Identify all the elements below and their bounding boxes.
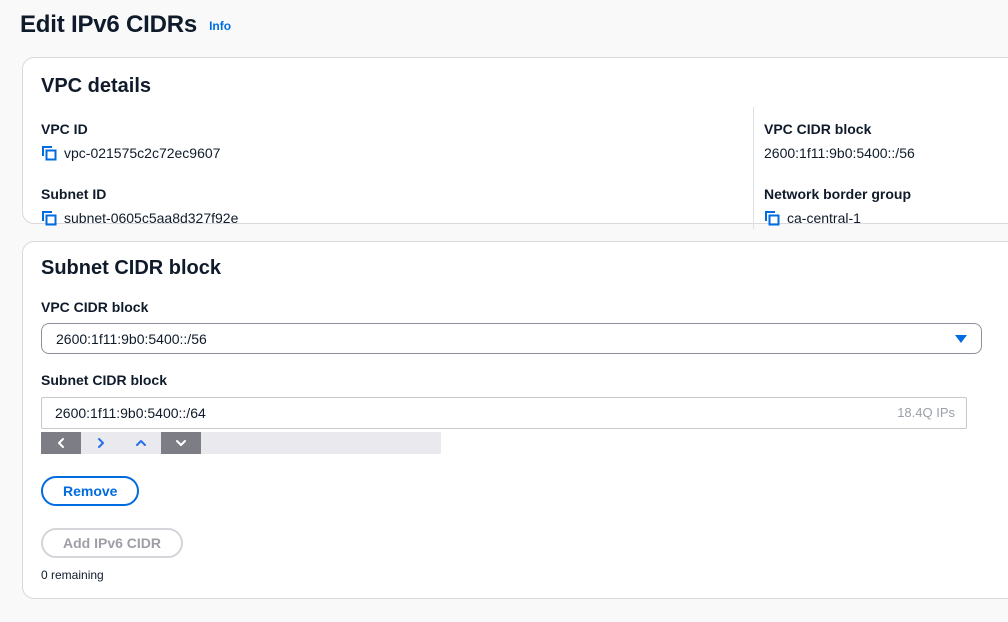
caret-down-icon (955, 335, 967, 343)
vpc-details-left-column: VPC ID vpc-021575c2c72ec9607 Subnet ID s… (41, 107, 753, 229)
network-border-group-value-row: ca-central-1 (764, 207, 1008, 229)
vpc-id-label: VPC ID (41, 119, 753, 139)
subnet-cidr-card: Subnet CIDR block VPC CIDR block 2600:1f… (22, 241, 1008, 599)
add-button-row: Add IPv6 CIDR (41, 506, 1008, 558)
vpc-cidr-block-value: 2600:1f11:9b0:5400::/56 (764, 143, 915, 163)
vpc-cidr-select-value: 2600:1f11:9b0:5400::/56 (56, 331, 207, 347)
subnet-id-value: subnet-0605c5aa8d327f92e (64, 208, 238, 228)
chevron-right-icon[interactable] (81, 432, 121, 454)
copy-icon[interactable] (41, 145, 57, 161)
vpc-details-right-column: VPC CIDR block 2600:1f11:9b0:5400::/56 N… (753, 107, 1008, 229)
chevron-up-icon[interactable] (121, 432, 161, 454)
vpc-details-card: VPC details VPC ID vpc-021575c2c72ec9607… (22, 57, 1008, 224)
subnet-cidr-input[interactable] (41, 397, 967, 429)
network-border-group-field: Network border group ca-central-1 (764, 184, 1008, 229)
subnet-id-label: Subnet ID (41, 184, 753, 204)
cidr-stepper-strip (41, 432, 441, 454)
chevron-left-icon[interactable] (41, 432, 81, 454)
remaining-count-text: 0 remaining (41, 567, 1008, 583)
vpc-cidr-block-label: VPC CIDR block (764, 119, 1008, 139)
remove-button-row: Remove (41, 454, 1008, 506)
vpc-details-heading: VPC details (41, 73, 1008, 99)
add-ipv6-cidr-button: Add IPv6 CIDR (41, 528, 183, 558)
vpc-details-columns: VPC ID vpc-021575c2c72ec9607 Subnet ID s… (41, 107, 1008, 229)
page-title: Edit IPv6 CIDRs (20, 11, 197, 39)
subnet-id-field: Subnet ID subnet-0605c5aa8d327f92e (41, 184, 753, 229)
info-link[interactable]: Info (209, 19, 231, 33)
vpc-cidr-select-label: VPC CIDR block (41, 297, 1008, 317)
vpc-id-value: vpc-021575c2c72ec9607 (64, 143, 220, 163)
vpc-cidr-block-value-row: 2600:1f11:9b0:5400::/56 (764, 142, 1008, 164)
network-border-group-value: ca-central-1 (787, 208, 861, 228)
copy-icon[interactable] (41, 210, 57, 226)
page-header: Edit IPv6 CIDRs Info (20, 11, 231, 39)
subnet-cidr-heading: Subnet CIDR block (41, 255, 1008, 281)
vpc-cidr-block-field: VPC CIDR block 2600:1f11:9b0:5400::/56 (764, 119, 1008, 164)
subnet-id-value-row: subnet-0605c5aa8d327f92e (41, 207, 753, 229)
chevron-down-icon[interactable] (161, 432, 201, 454)
vpc-cidr-select[interactable]: 2600:1f11:9b0:5400::/56 (41, 323, 982, 354)
subnet-cidr-input-label: Subnet CIDR block (41, 370, 1008, 390)
remove-button[interactable]: Remove (41, 476, 139, 506)
vpc-id-value-row: vpc-021575c2c72ec9607 (41, 142, 753, 164)
network-border-group-label: Network border group (764, 184, 1008, 204)
vpc-id-field: VPC ID vpc-021575c2c72ec9607 (41, 119, 753, 164)
subnet-cidr-input-wrap: 18.4Q IPs (41, 390, 967, 429)
copy-icon[interactable] (764, 210, 780, 226)
